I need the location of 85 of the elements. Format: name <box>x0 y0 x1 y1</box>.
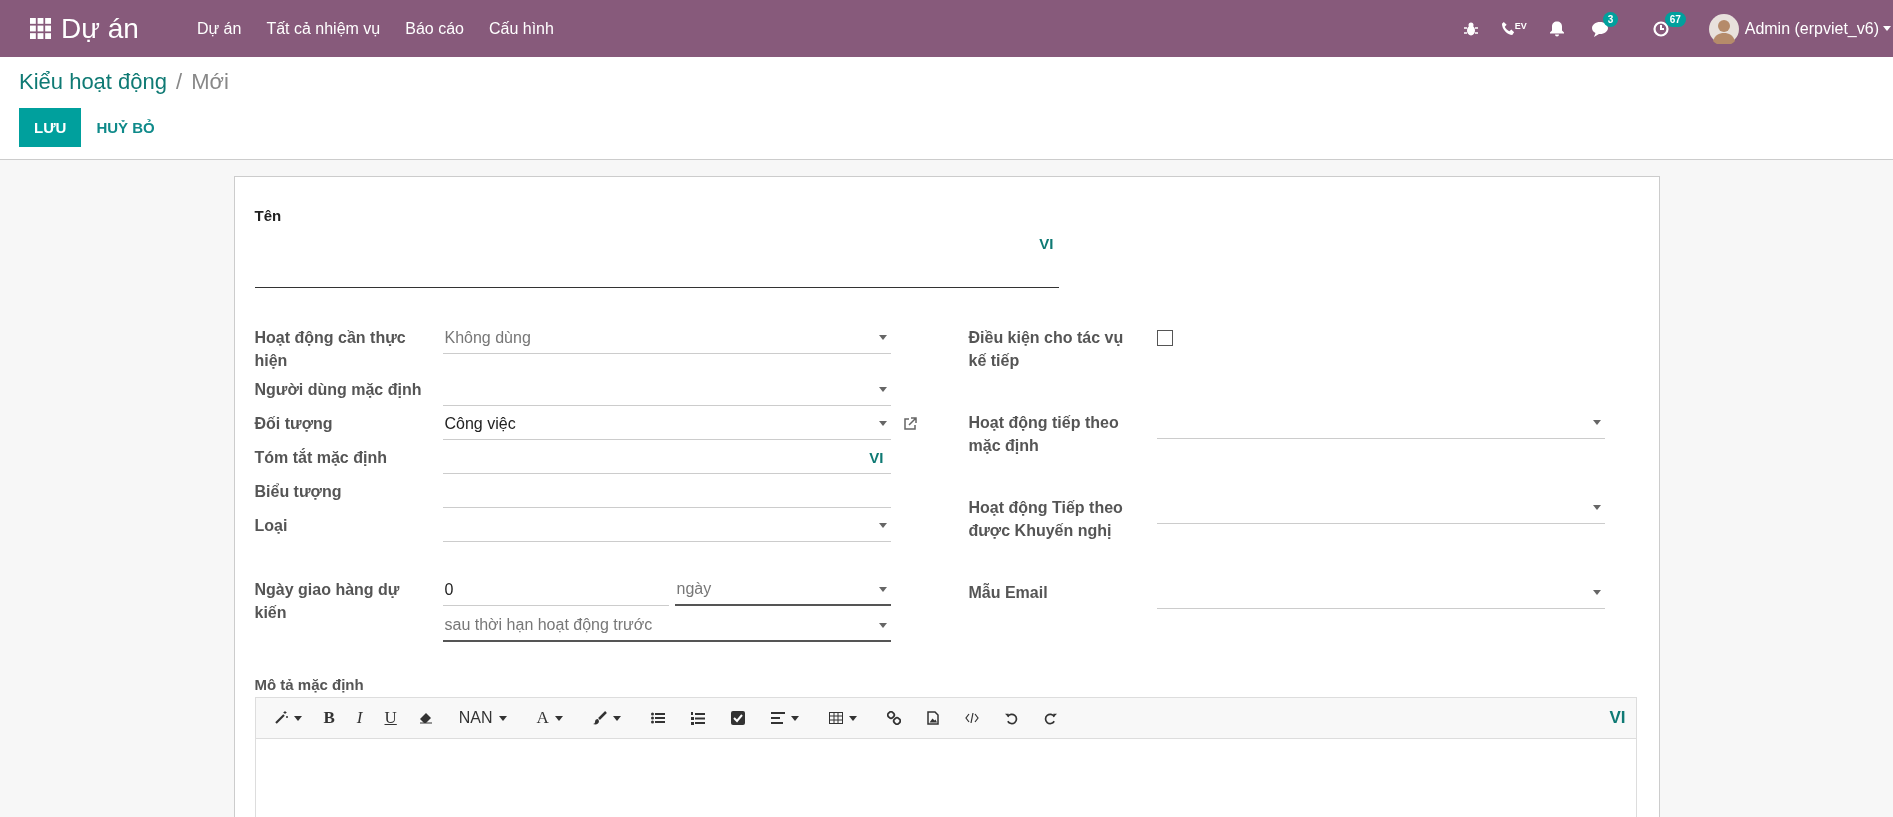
code-view-icon[interactable] <box>964 713 979 723</box>
caret-icon <box>612 715 621 721</box>
translatable-field[interactable]: VI <box>442 442 891 474</box>
menu-item[interactable]: Tất cả nhiệm vụ <box>266 19 381 38</box>
discard-button[interactable]: HUỶ BỎ <box>81 108 170 147</box>
field-label: Đối tượng <box>254 414 334 434</box>
caret-icon <box>878 523 887 528</box>
app-name[interactable]: Dự án <box>61 12 139 45</box>
caret-icon <box>878 421 887 426</box>
caret-icon <box>293 715 302 721</box>
eraser-icon[interactable] <box>418 712 433 724</box>
apps-grid-icon[interactable] <box>30 18 51 39</box>
caret-icon <box>878 622 887 628</box>
bullet-list-icon[interactable] <box>650 712 665 724</box>
phone-button[interactable]: EV <box>1500 21 1527 36</box>
bell-icon[interactable] <box>1548 20 1565 37</box>
menu-item[interactable]: Dự án <box>196 19 242 38</box>
chat-icon[interactable] <box>1590 20 1609 37</box>
language-button[interactable]: VI <box>1609 708 1626 728</box>
caret-icon <box>878 335 887 340</box>
checklist-icon[interactable] <box>730 711 745 725</box>
dropdown-field[interactable]: ngày <box>674 574 891 606</box>
field-label: Hoạt động Tiếp theo được Khuyến nghị <box>968 498 1124 541</box>
language-button[interactable]: VI <box>1039 235 1054 252</box>
field-label: Mẫu Email <box>968 582 1049 603</box>
field-label: Biểu tượng <box>254 482 343 502</box>
activity-count-badge: 67 <box>1664 11 1686 27</box>
breadcrumb-current: Mới <box>191 69 229 95</box>
caret-icon[interactable] <box>1883 26 1891 31</box>
avatar-icon[interactable] <box>1708 13 1739 44</box>
breadcrumb-link[interactable]: Kiểu hoạt động <box>19 69 168 95</box>
bold-button[interactable]: B <box>323 708 335 728</box>
field-label: Hoạt động tiếp theo mặc định <box>968 413 1120 456</box>
font-size-dropdown[interactable]: NAN <box>458 709 507 727</box>
numbered-list-icon[interactable] <box>690 711 705 725</box>
save-button[interactable]: LƯU <box>19 108 82 147</box>
highlight-dropdown[interactable] <box>592 711 621 725</box>
user-menu[interactable]: Admin (erpviet_v6) <box>1744 19 1879 38</box>
underline-button[interactable]: U <box>384 708 397 728</box>
caret-icon <box>554 715 563 721</box>
dropdown-field[interactable]: Công việc <box>442 408 891 440</box>
field-label: Mô tả mặc định <box>254 676 365 693</box>
field-label: Người dùng mặc định <box>254 380 423 400</box>
caret-icon <box>1592 420 1601 425</box>
external-link-icon[interactable] <box>902 417 917 431</box>
phone-label: EV <box>1514 21 1527 31</box>
caret-icon <box>848 715 857 721</box>
dropdown-field[interactable]: Không dùng <box>442 322 891 354</box>
magic-wand-icon <box>273 711 288 725</box>
menu-item[interactable]: Cấu hình <box>488 19 554 38</box>
caret-icon <box>790 715 799 721</box>
field-label: Loại <box>254 516 289 536</box>
field-label: Tóm tắt mặc định <box>254 447 388 468</box>
redo-icon[interactable] <box>1043 711 1057 725</box>
bug-icon[interactable] <box>1462 20 1479 37</box>
caret-icon <box>878 387 887 392</box>
number-input-field[interactable]: 0 <box>442 574 669 606</box>
checkbox[interactable] <box>1156 330 1173 346</box>
clock-icon[interactable] <box>1652 20 1669 37</box>
field-label: Ngày giao hàng dự kiến <box>254 580 401 623</box>
language-button[interactable]: VI <box>869 449 884 466</box>
message-count-badge: 3 <box>1602 11 1619 27</box>
field-label: Tên <box>254 207 283 224</box>
table-icon <box>828 712 843 724</box>
image-icon[interactable] <box>926 711 939 725</box>
menu-item[interactable]: Báo cáo <box>405 19 464 38</box>
align-dropdown[interactable] <box>770 712 799 724</box>
name-input-field[interactable]: VI <box>254 224 1059 288</box>
phone-icon <box>1500 21 1516 36</box>
font-color-dropdown[interactable]: A <box>536 708 563 728</box>
link-icon[interactable] <box>886 711 901 725</box>
caret-icon <box>878 586 887 592</box>
undo-icon[interactable] <box>1004 711 1018 725</box>
caret-icon <box>1592 590 1601 595</box>
align-left-icon <box>770 712 785 724</box>
caret-icon <box>1592 505 1601 510</box>
italic-button[interactable]: I <box>356 708 363 728</box>
paintbrush-icon <box>592 711 607 725</box>
magic-wand-dropdown[interactable] <box>273 711 302 725</box>
table-dropdown[interactable] <box>828 712 857 724</box>
field-label: Điều kiện cho tác vụ kế tiếp <box>968 328 1125 371</box>
caret-icon <box>498 715 507 721</box>
breadcrumb-separator: / <box>176 69 183 95</box>
dropdown-field[interactable]: sau thời hạn hoạt động trước <box>442 610 891 642</box>
field-label: Hoạt động cần thực hiện <box>254 328 407 371</box>
